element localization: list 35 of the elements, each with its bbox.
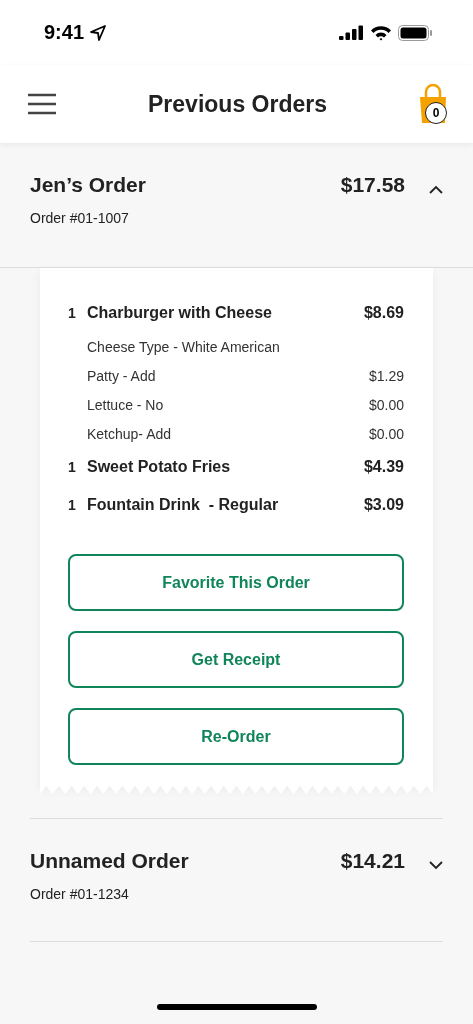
battery-icon <box>398 24 433 41</box>
location-arrow-icon <box>90 24 107 41</box>
menu-icon[interactable] <box>28 93 56 115</box>
order-action-button[interactable]: Re-Order <box>68 708 404 765</box>
chevron-down-icon[interactable] <box>429 860 443 870</box>
item-option: Lettuce - No <box>87 396 369 413</box>
order-name: Unnamed Order <box>30 849 189 873</box>
signal-icon <box>339 25 364 40</box>
item-price: $4.39 <box>363 458 404 476</box>
order-total: $17.58 <box>340 173 405 197</box>
item-name: Fountain Drink - Regular <box>87 496 280 514</box>
item-option: Cheese Type - White American <box>87 338 404 355</box>
order-name: Jen’s Order <box>30 173 146 197</box>
item-option: Patty - Add <box>87 367 369 384</box>
order-number: Order #01-1007 <box>30 210 130 226</box>
item-price: $8.69 <box>363 304 404 322</box>
item-price: $3.09 <box>363 496 404 514</box>
option-price: $0.00 <box>368 425 404 442</box>
item-name: Charburger with Cheese <box>87 304 273 322</box>
item-quantity: 1 <box>68 459 77 475</box>
page-title: Previous Orders <box>148 90 327 118</box>
wifi-icon <box>370 24 392 41</box>
order-action-button[interactable]: Favorite This Order <box>68 554 404 611</box>
item-quantity: 1 <box>68 497 77 513</box>
item-quantity: 1 <box>68 305 77 321</box>
option-price: $0.00 <box>368 396 404 413</box>
order-total: $14.21 <box>340 849 405 873</box>
option-price: $1.29 <box>368 367 404 384</box>
item-name: Sweet Potato Fries <box>87 458 232 476</box>
order-number: Order #01-1234 <box>30 886 130 902</box>
item-option: Ketchup- Add <box>87 425 369 442</box>
order-action-button[interactable]: Get Receipt <box>68 631 404 688</box>
shopping-bag-button[interactable]: 0 <box>419 84 447 124</box>
status-time: 9:41 <box>44 21 85 44</box>
chevron-up-icon[interactable] <box>429 184 443 194</box>
